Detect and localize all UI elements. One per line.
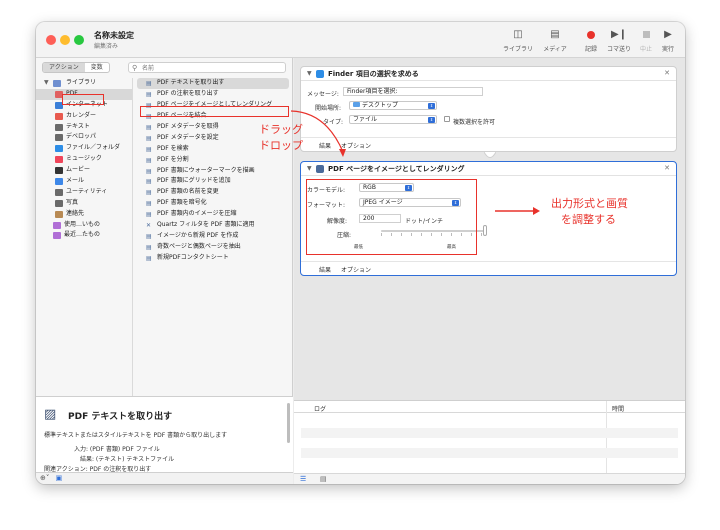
annotation-adjust-line1: 出力形式と画質 [551,197,628,210]
annotation-adjust-line2: を調整する [561,213,616,226]
annotation-arrows [290,110,540,215]
annotation-drag: ドラッグ [259,123,303,136]
adjust-arrowhead [533,207,540,215]
annotation-drop: ドロップ [259,139,303,152]
drag-arrowhead [339,149,346,157]
